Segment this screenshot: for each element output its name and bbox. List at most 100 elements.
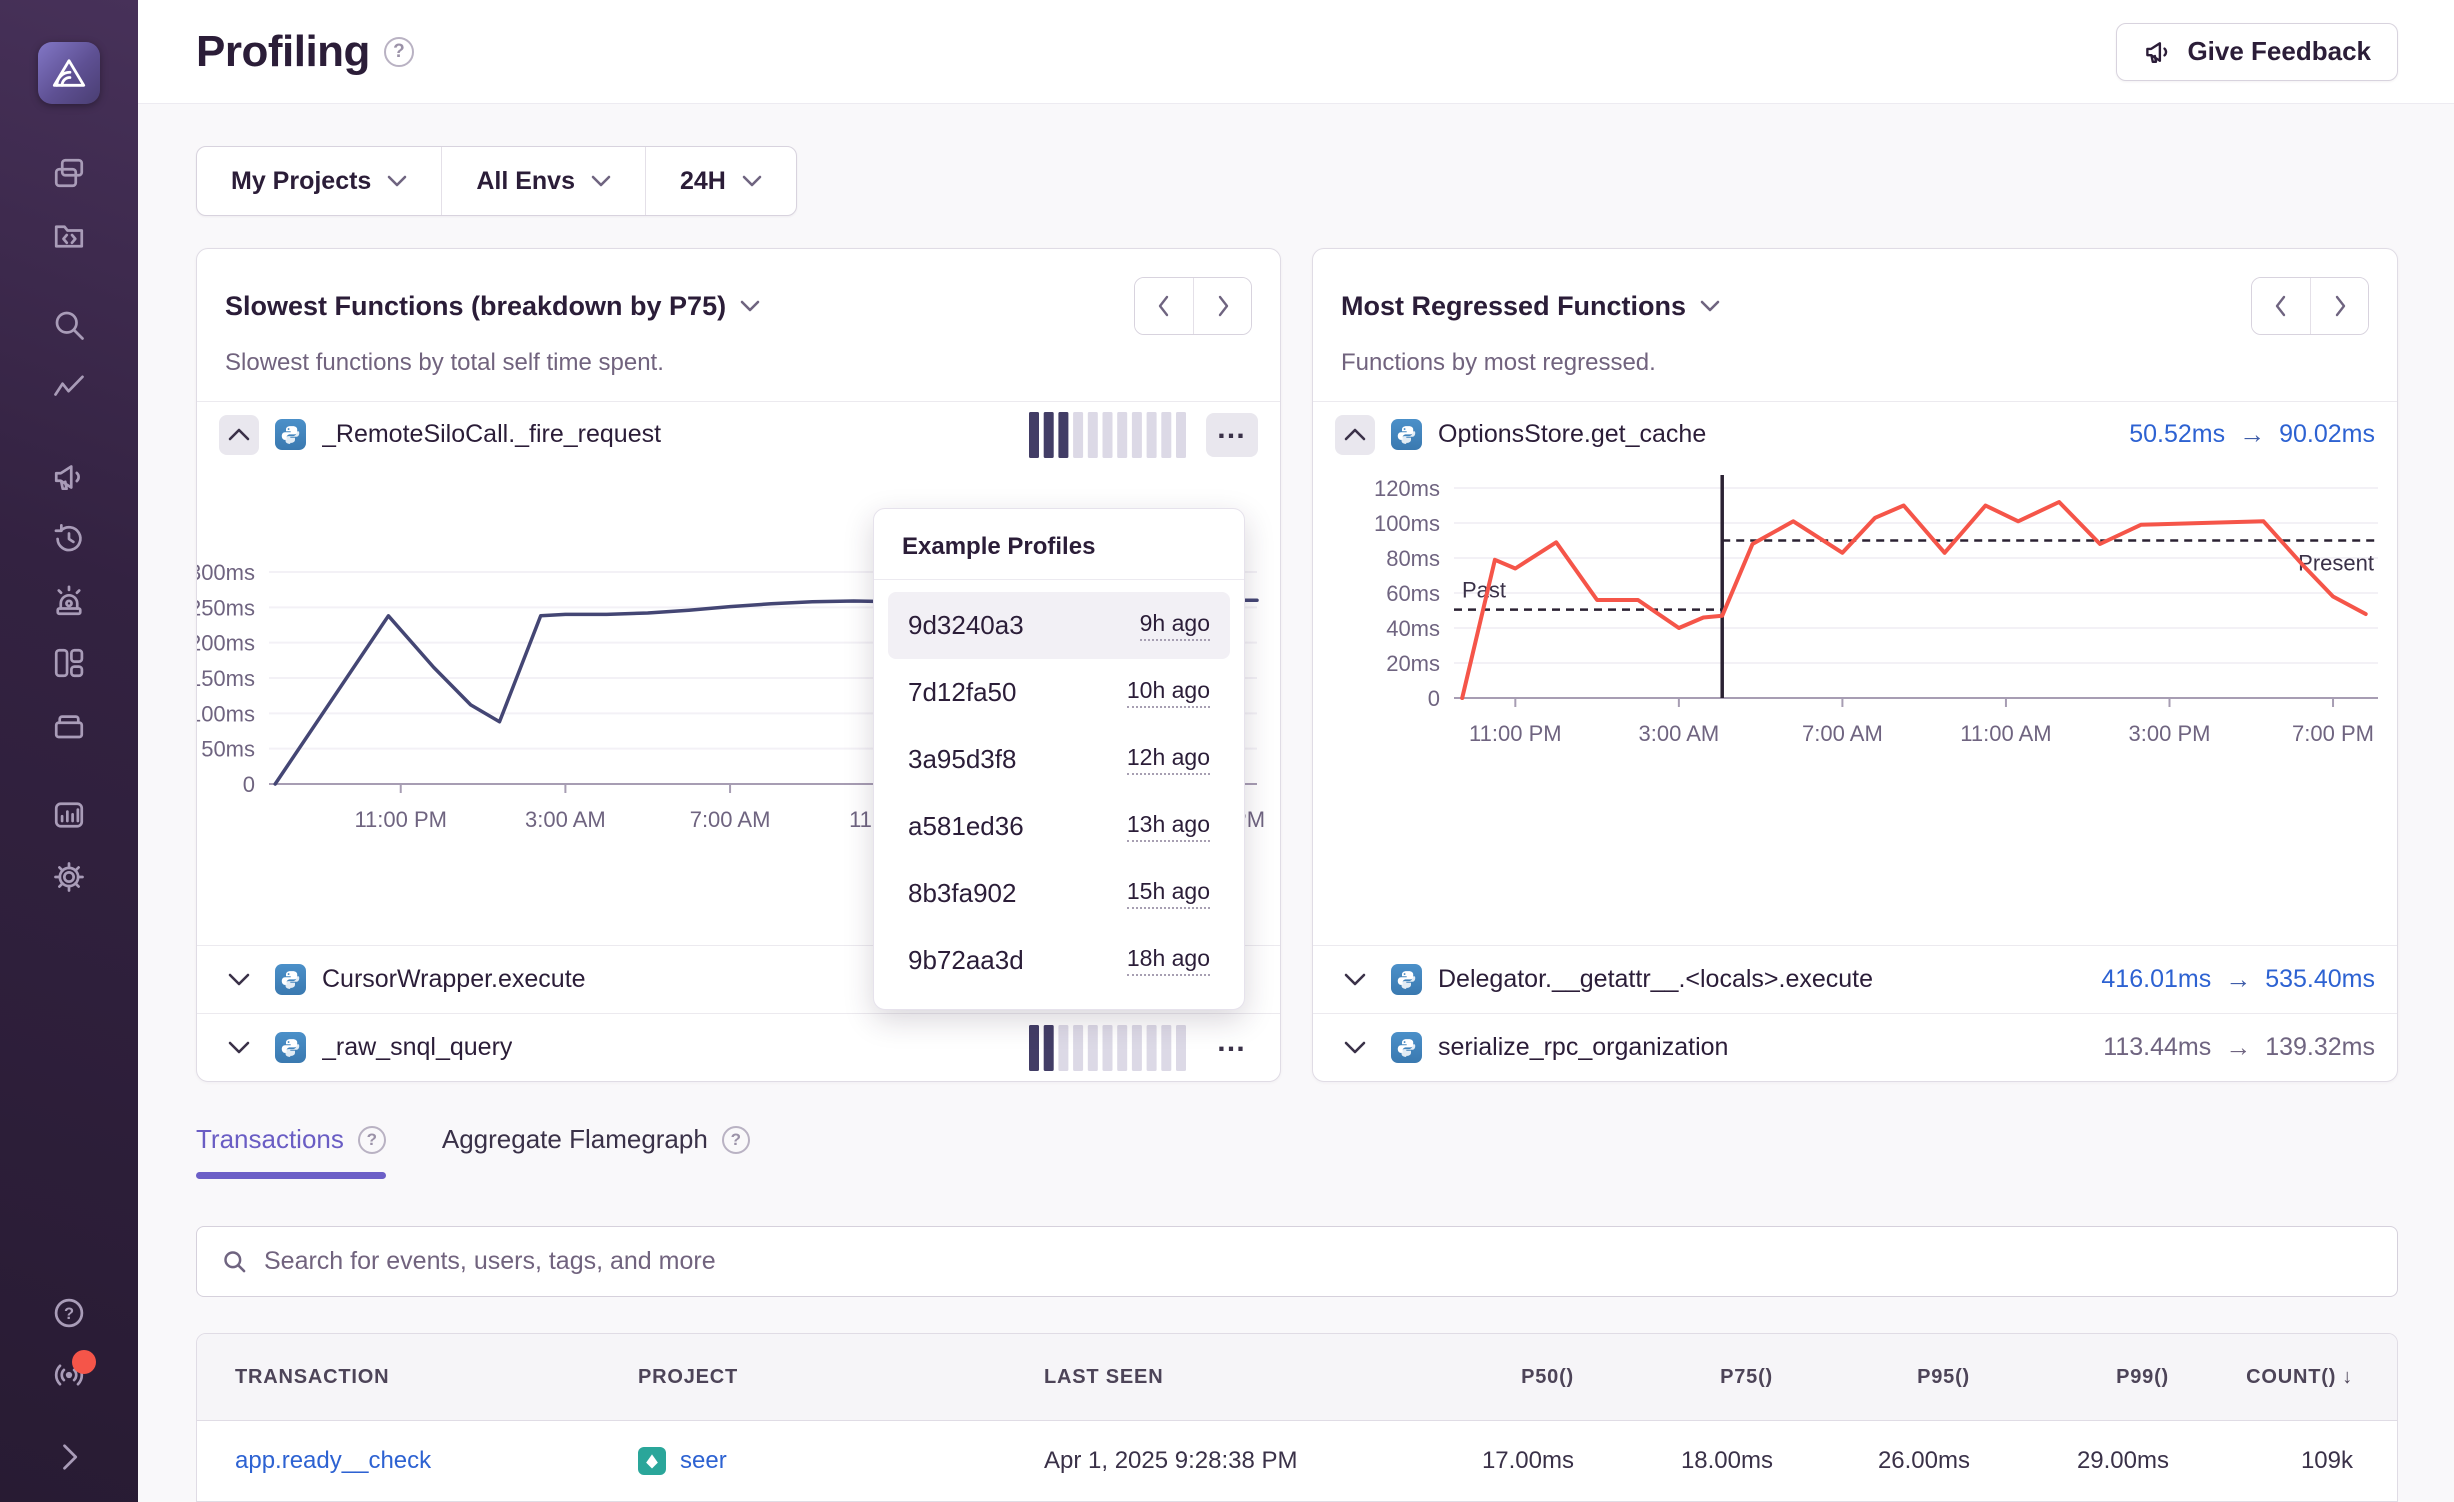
sidebar-item-settings[interactable] bbox=[48, 856, 90, 898]
project-link[interactable]: seer bbox=[680, 1447, 727, 1475]
sidebar-item-insights[interactable] bbox=[48, 366, 90, 408]
svg-text:7:00 PM: 7:00 PM bbox=[2292, 721, 2374, 746]
card-subtitle: Functions by most regressed. bbox=[1341, 349, 2369, 377]
sidebar-item-explore[interactable] bbox=[48, 304, 90, 346]
after-value[interactable]: 535.40ms bbox=[2265, 965, 2375, 994]
next-page-button[interactable] bbox=[2310, 278, 2368, 334]
tab-label: Aggregate Flamegraph bbox=[442, 1124, 708, 1155]
svg-text:3:00 AM: 3:00 AM bbox=[1639, 721, 1720, 746]
before-value[interactable]: 50.52ms bbox=[2129, 420, 2225, 449]
sidebar-expand-button[interactable] bbox=[48, 1436, 90, 1478]
profile-id[interactable]: 9b72aa3d bbox=[908, 945, 1024, 976]
sidebar-item-whats-new[interactable] bbox=[48, 1354, 90, 1396]
sidebar-item-issues[interactable] bbox=[48, 152, 90, 194]
profile-list-item[interactable]: 9b72aa3d 18h ago bbox=[888, 927, 1230, 994]
profile-id[interactable]: 8b3fa902 bbox=[908, 878, 1016, 909]
profile-id[interactable]: 9d3240a3 bbox=[908, 610, 1024, 641]
sidebar-item-projects[interactable] bbox=[48, 214, 90, 256]
function-row: _RemoteSiloCall._fire_request … bbox=[197, 401, 1280, 467]
column-header-p75[interactable]: P75() bbox=[1574, 1366, 1773, 1389]
expand-toggle[interactable] bbox=[1335, 960, 1375, 1000]
last-seen-value: Apr 1, 2025 9:28:38 PM bbox=[1044, 1447, 1374, 1475]
project-filter-dropdown[interactable]: My Projects bbox=[197, 147, 441, 215]
expand-toggle[interactable] bbox=[1335, 1028, 1375, 1068]
megaphone-icon bbox=[51, 459, 87, 495]
function-name[interactable]: _RemoteSiloCall._fire_request bbox=[322, 420, 661, 449]
prev-page-button[interactable] bbox=[2252, 278, 2310, 334]
profile-age-link[interactable]: 10h ago bbox=[1127, 677, 1210, 708]
after-value[interactable]: 90.02ms bbox=[2279, 420, 2375, 449]
column-header-count[interactable]: COUNT()↓ bbox=[2169, 1366, 2353, 1389]
profile-age-link[interactable]: 13h ago bbox=[1127, 811, 1210, 842]
tab-transactions[interactable]: Transactions ? bbox=[196, 1124, 386, 1179]
sidebar-item-alerts[interactable] bbox=[48, 580, 90, 622]
column-header-last-seen[interactable]: LAST SEEN bbox=[1044, 1366, 1374, 1389]
profile-id[interactable]: 3a95d3f8 bbox=[908, 744, 1016, 775]
slowest-functions-title-dropdown[interactable]: Slowest Functions (breakdown by P75) bbox=[225, 291, 760, 322]
column-header-p95[interactable]: P95() bbox=[1773, 1366, 1970, 1389]
profile-id[interactable]: a581ed36 bbox=[908, 811, 1024, 842]
most-regressed-title-dropdown[interactable]: Most Regressed Functions bbox=[1341, 291, 1720, 322]
regression-values: 50.52ms → 90.02ms bbox=[2129, 419, 2375, 450]
function-name[interactable]: _raw_snql_query bbox=[322, 1033, 512, 1062]
python-icon bbox=[1391, 964, 1422, 995]
before-value[interactable]: 416.01ms bbox=[2101, 965, 2211, 994]
expand-toggle[interactable] bbox=[219, 1028, 259, 1068]
table-row[interactable]: app.ready__check seer Apr 1, 2025 9:28:3… bbox=[197, 1421, 2397, 1501]
flamegraph-help-icon[interactable]: ? bbox=[722, 1126, 750, 1154]
sidebar-item-help[interactable]: ? bbox=[48, 1292, 90, 1334]
profile-list-item[interactable]: 8b3fa902 15h ago bbox=[888, 860, 1230, 927]
profile-list-item[interactable]: 7d12fa50 10h ago bbox=[888, 659, 1230, 726]
column-header-project[interactable]: PROJECT bbox=[638, 1366, 1044, 1389]
expand-toggle[interactable] bbox=[219, 960, 259, 1000]
svg-text:20ms: 20ms bbox=[1386, 651, 1440, 676]
next-page-button[interactable] bbox=[1193, 278, 1251, 334]
env-filter-label: All Envs bbox=[476, 167, 575, 196]
function-name[interactable]: OptionsStore.get_cache bbox=[1438, 420, 1706, 449]
function-name[interactable]: CursorWrapper.execute bbox=[322, 965, 586, 994]
search-input[interactable] bbox=[264, 1247, 2373, 1276]
date-range-label: 24H bbox=[680, 167, 726, 196]
sidebar-item-dashboards[interactable] bbox=[48, 642, 90, 684]
profile-age-link[interactable]: 9h ago bbox=[1140, 610, 1210, 641]
transactions-help-icon[interactable]: ? bbox=[358, 1126, 386, 1154]
tab-aggregate-flamegraph[interactable]: Aggregate Flamegraph ? bbox=[442, 1124, 750, 1179]
function-name[interactable]: serialize_rpc_organization bbox=[1438, 1033, 1728, 1062]
chevron-down-icon bbox=[1344, 973, 1366, 986]
sidebar-item-replays[interactable] bbox=[48, 518, 90, 560]
collapse-toggle[interactable] bbox=[219, 415, 259, 455]
sentry-logo[interactable] bbox=[38, 42, 100, 104]
column-header-p50[interactable]: P50() bbox=[1374, 1366, 1574, 1389]
profile-age-link[interactable]: 18h ago bbox=[1127, 945, 1210, 976]
profile-list-item[interactable]: a581ed36 13h ago bbox=[888, 793, 1230, 860]
profile-list-item[interactable]: 3a95d3f8 12h ago bbox=[888, 726, 1230, 793]
row-options-button[interactable]: … bbox=[1206, 1026, 1258, 1070]
column-header-p99[interactable]: P99() bbox=[1970, 1366, 2169, 1389]
svg-text:100ms: 100ms bbox=[197, 701, 255, 726]
archive-box-icon bbox=[51, 707, 87, 743]
collapse-toggle[interactable] bbox=[1335, 415, 1375, 455]
after-value[interactable]: 139.32ms bbox=[2265, 1033, 2375, 1062]
profile-age-link[interactable]: 15h ago bbox=[1127, 878, 1210, 909]
sidebar-item-stats[interactable] bbox=[48, 794, 90, 836]
row-options-button[interactable]: … bbox=[1206, 413, 1258, 457]
before-value[interactable]: 113.44ms bbox=[2103, 1033, 2211, 1062]
card-subtitle: Slowest functions by total self time spe… bbox=[225, 349, 1252, 377]
function-name[interactable]: Delegator.__getattr__.<locals>.execute bbox=[1438, 965, 1873, 994]
svg-text:120ms: 120ms bbox=[1374, 476, 1440, 501]
env-filter-dropdown[interactable]: All Envs bbox=[442, 147, 645, 215]
profile-age-link[interactable]: 12h ago bbox=[1127, 744, 1210, 775]
date-range-dropdown[interactable]: 24H bbox=[646, 147, 796, 215]
profile-id[interactable]: 7d12fa50 bbox=[908, 677, 1016, 708]
sidebar-item-feedback[interactable] bbox=[48, 456, 90, 498]
seer-project-icon bbox=[638, 1447, 666, 1475]
regression-values: 416.01ms → 535.40ms bbox=[2101, 964, 2375, 995]
give-feedback-button[interactable]: Give Feedback bbox=[2116, 23, 2398, 81]
transaction-link[interactable]: app.ready__check bbox=[235, 1447, 638, 1475]
sidebar-item-releases[interactable] bbox=[48, 704, 90, 746]
prev-page-button[interactable] bbox=[1135, 278, 1193, 334]
chevron-up-icon bbox=[1344, 428, 1366, 441]
profiling-help-icon[interactable]: ? bbox=[384, 37, 414, 67]
column-header-transaction[interactable]: TRANSACTION bbox=[235, 1366, 638, 1389]
profile-list-item[interactable]: 9d3240a3 9h ago bbox=[888, 592, 1230, 659]
